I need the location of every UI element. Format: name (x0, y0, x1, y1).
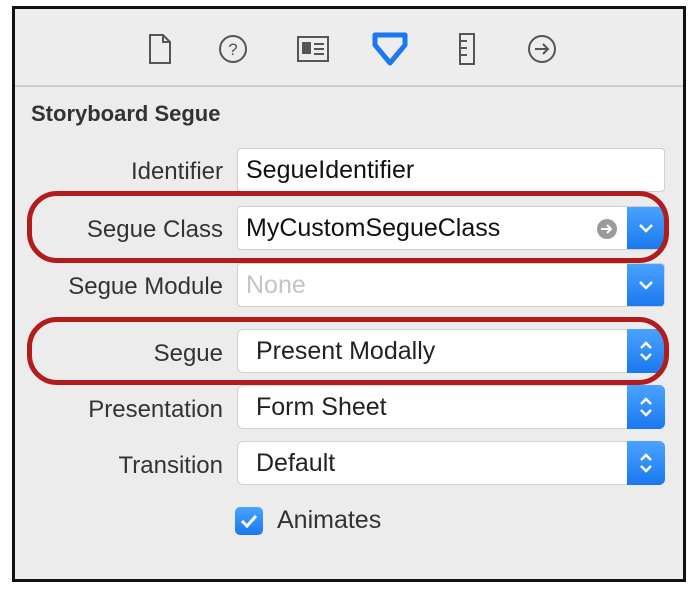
transition-select[interactable]: Default (237, 441, 665, 485)
help-icon[interactable]: ? (213, 29, 253, 69)
up-down-chevron-icon (640, 341, 652, 361)
identifier-field[interactable]: SegueIdentifier (237, 148, 665, 192)
connections-icon[interactable] (522, 29, 562, 69)
presentation-label: Presentation (88, 396, 223, 423)
inspector-panel: ? Storyboard Segue Identifier SegueIdent… (12, 6, 686, 582)
identity-icon[interactable] (293, 29, 333, 69)
segue-stepper-button[interactable] (627, 329, 665, 373)
animates-row: Animates (235, 506, 381, 535)
attributes-icon[interactable] (370, 29, 410, 69)
section-title: Storyboard Segue (31, 101, 221, 126)
transition-value: Default (256, 449, 336, 477)
segue-class-value: MyCustomSegueClass (246, 214, 501, 242)
segue-module-placeholder: None (246, 271, 306, 299)
presentation-value: Form Sheet (256, 393, 387, 421)
segue-class-label: Segue Class (86, 216, 223, 243)
segue-class-dropdown-button[interactable] (627, 207, 664, 249)
up-down-chevron-icon (640, 397, 652, 417)
segue-module-dropdown-button[interactable] (627, 264, 664, 306)
svg-text:?: ? (228, 40, 237, 59)
presentation-select[interactable]: Form Sheet (237, 385, 665, 429)
animates-checkbox[interactable] (235, 506, 263, 535)
inspector-toolbar: ? (15, 9, 683, 87)
checkmark-icon (240, 514, 258, 528)
segue-value: Present Modally (256, 337, 436, 365)
segue-label: Segue (153, 340, 223, 367)
segue-module-field[interactable]: None (237, 263, 665, 307)
segue-class-field[interactable]: MyCustomSegueClass (237, 206, 665, 250)
transition-stepper-button[interactable] (627, 441, 665, 485)
segue-module-label: Segue Module (68, 273, 223, 300)
go-to-class-icon[interactable] (596, 218, 618, 240)
presentation-stepper-button[interactable] (627, 385, 665, 429)
chevron-down-icon (639, 281, 653, 290)
transition-label: Transition (118, 452, 223, 479)
segue-select[interactable]: Present Modally (237, 329, 665, 373)
up-down-chevron-icon (640, 453, 652, 473)
animates-label: Animates (277, 506, 382, 534)
identifier-label: Identifier (130, 158, 223, 185)
chevron-down-icon (639, 224, 653, 233)
size-icon[interactable] (447, 29, 487, 69)
file-icon[interactable] (140, 29, 180, 69)
